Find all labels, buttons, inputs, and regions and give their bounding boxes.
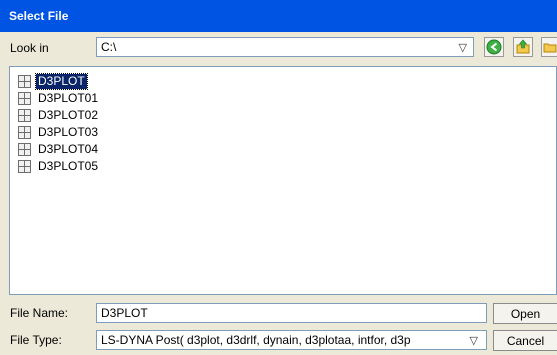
file-icon <box>18 142 31 156</box>
look-in-label: Look in <box>10 41 49 55</box>
dialog-title: Select File <box>9 9 69 23</box>
file-icon <box>18 108 31 122</box>
chevron-down-icon[interactable]: ▽ <box>459 41 467 54</box>
file-name: D3PLOT03 <box>38 124 99 139</box>
file-name: D3PLOT01 <box>38 90 99 105</box>
open-button[interactable]: Open <box>493 303 557 324</box>
file-item[interactable]: D3PLOT02 <box>18 107 100 123</box>
look-in-row: Look in C:\ ▽ <box>0 37 557 59</box>
title-bar[interactable]: Select File <box>0 0 557 32</box>
file-type-value: LS-DYNA Post( d3plot, d3drlf, dynain, d3… <box>101 333 411 347</box>
file-icon <box>18 159 31 173</box>
new-folder-button[interactable] <box>541 37 557 57</box>
file-type-row: File Type: LS-DYNA Post( d3plot, d3drlf,… <box>0 330 557 351</box>
file-type-label: File Type: <box>10 333 62 347</box>
file-icon <box>18 91 31 105</box>
back-button[interactable] <box>484 37 504 57</box>
file-icon <box>18 125 31 139</box>
back-arrow-icon <box>486 39 502 55</box>
file-icon <box>18 74 31 88</box>
file-item[interactable]: D3PLOT01 <box>18 90 100 106</box>
new-folder-icon <box>543 43 556 53</box>
file-item[interactable]: D3PLOT03 <box>18 124 100 140</box>
file-item[interactable]: D3PLOT04 <box>18 141 100 157</box>
file-name-label: File Name: <box>10 306 69 320</box>
file-list[interactable]: D3PLOT D3PLOT01 D3PLOT02 D3PLOT03 D3PLOT… <box>9 66 557 295</box>
look-in-combo[interactable]: C:\ ▽ <box>96 37 474 57</box>
file-item[interactable]: D3PLOT <box>18 72 88 90</box>
up-folder-icon <box>516 39 530 54</box>
file-name: D3PLOT04 <box>38 141 99 156</box>
look-in-value: C:\ <box>101 40 117 54</box>
file-name: D3PLOT <box>35 72 88 90</box>
up-folder-button[interactable] <box>513 37 533 57</box>
file-name-row: File Name: Open <box>0 303 557 324</box>
file-name: D3PLOT05 <box>38 158 99 173</box>
file-name: D3PLOT02 <box>38 107 99 122</box>
select-file-dialog: Select File Look in C:\ ▽ D3PLOT D3PLOT0… <box>0 0 557 355</box>
file-type-combo[interactable]: LS-DYNA Post( d3plot, d3drlf, dynain, d3… <box>96 330 487 350</box>
cancel-button[interactable]: Cancel <box>493 330 557 351</box>
file-name-input[interactable] <box>96 303 487 323</box>
chevron-down-icon[interactable]: ▽ <box>470 334 478 347</box>
file-item[interactable]: D3PLOT05 <box>18 158 100 174</box>
